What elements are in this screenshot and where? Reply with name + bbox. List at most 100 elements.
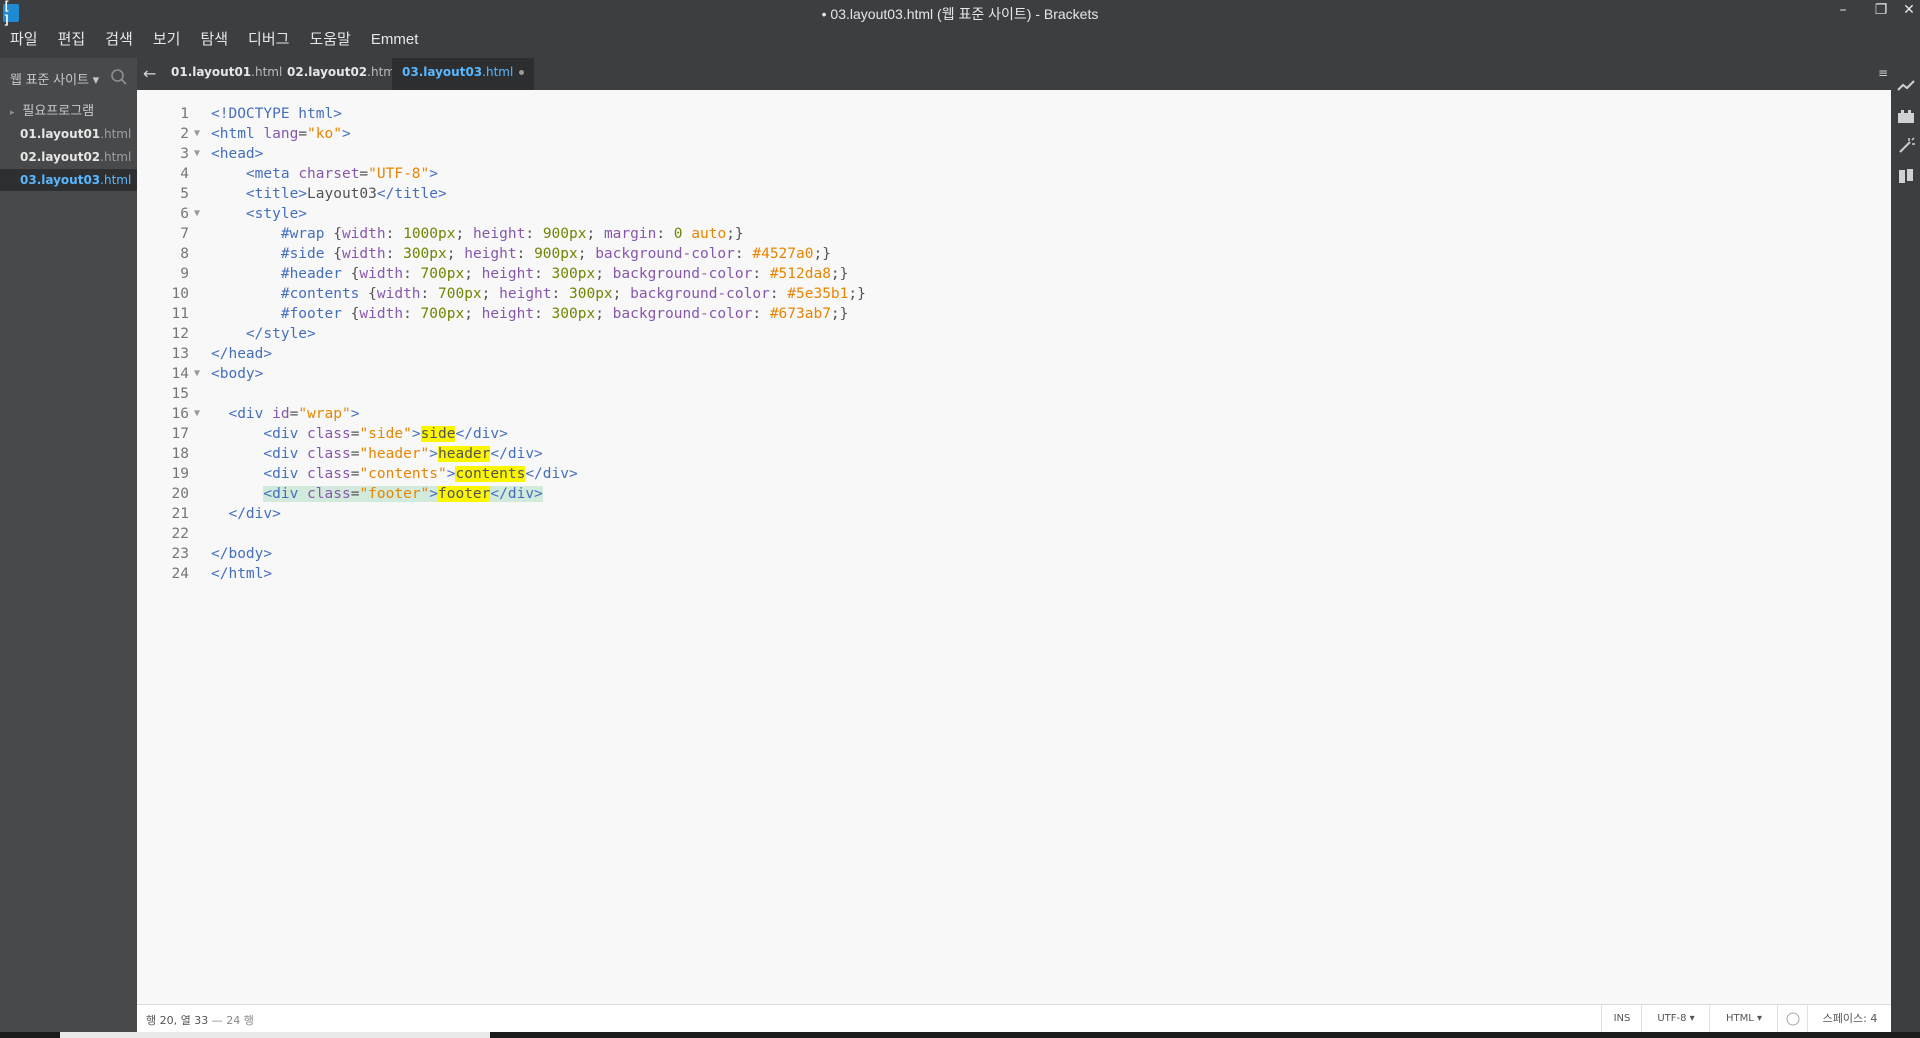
line-number: 12 — [171, 326, 189, 342]
line-gutter: 1 2 ▼ 3 ▼ 4 5 6 ▼ 7 8 9 10 11 12 13 14 ▼ 15 16 ▼ 17 18 19 20 21 22… — [137, 104, 205, 584]
fold-arrow-icon[interactable]: ▼ — [194, 144, 200, 164]
line-number: 21 — [171, 506, 189, 522]
insert-mode-toggle[interactable]: INS — [1601, 1005, 1642, 1033]
folder-item[interactable]: ▸ 필요프로그램 — [0, 100, 137, 122]
language-dropdown[interactable]: HTML ▾ — [1709, 1005, 1778, 1033]
menu-bar: 파일 편집 검색 보기 탐색 디버그 도움말 Emmet — [0, 28, 428, 52]
code-line: <div class="header">header</div> — [263, 446, 543, 462]
unsaved-dot-icon — [519, 70, 525, 75]
code-line-current: <div class="footer">footer</div> — [263, 486, 543, 502]
menu-view[interactable]: 보기 — [143, 28, 191, 52]
line-number: 24 — [171, 566, 189, 582]
menu-navigate[interactable]: 탐색 — [190, 28, 238, 52]
code-line: #header {width: 700px; height: 300px; ba… — [280, 266, 849, 282]
file-ext: .html — [100, 150, 132, 164]
minimize-button[interactable]: – — [1828, 0, 1858, 24]
cursor-position-text: 행 20, 열 33 — [146, 1014, 209, 1027]
highlighted-text: header — [438, 446, 491, 462]
folder-label: 필요프로그램 — [22, 104, 95, 119]
line-number: 19 — [171, 466, 189, 482]
fold-arrow-icon[interactable]: ▼ — [194, 204, 200, 224]
highlighted-text: contents — [455, 466, 526, 482]
fold-arrow-icon[interactable]: ▼ — [194, 364, 200, 384]
linter-status-icon[interactable] — [1777, 1005, 1808, 1033]
code-line: <div class="side">side</div> — [263, 426, 508, 442]
file-name: 01.layout01 — [20, 127, 101, 141]
title-text: Layout03 — [307, 186, 377, 202]
line-number: 7 — [180, 226, 189, 242]
encoding-dropdown[interactable]: UTF-8 ▾ — [1641, 1005, 1710, 1033]
file-item[interactable]: 02.layout02.html — [0, 146, 157, 168]
magic-wand-icon[interactable] — [1896, 136, 1916, 156]
line-number: 18 — [171, 446, 189, 462]
right-toolbar — [1891, 58, 1920, 1038]
code-line: <body> — [211, 366, 264, 382]
highlighted-text: footer — [438, 486, 491, 502]
file-name: 02.layout02 — [20, 150, 101, 164]
cursor-position: 행 20, 열 33 — 24 행 — [146, 1012, 254, 1028]
extension-manager-icon[interactable] — [1896, 106, 1916, 126]
line-number: 20 — [171, 486, 189, 502]
code-area[interactable]: <!DOCTYPE html> <html lang="ko"> <head> … — [211, 104, 1811, 584]
code-line: #footer {width: 700px; height: 300px; ba… — [280, 306, 849, 322]
menu-emmet[interactable]: Emmet — [361, 28, 429, 52]
fold-arrow-icon[interactable]: ▼ — [194, 404, 200, 424]
code-line: </div> — [228, 506, 281, 522]
menu-debug[interactable]: 디버그 — [238, 28, 299, 52]
sidebar: 웹 표준 사이트 ▾ ▸ 필요프로그램 01.layout01.html 02.… — [0, 58, 137, 1038]
taskbar-active-item[interactable] — [60, 1032, 490, 1038]
status-bar: 행 20, 열 33 — 24 행 INS UTF-8 ▾ HTML ▾ 스페이… — [137, 1004, 1891, 1033]
line-number: 8 — [180, 246, 189, 262]
code-editor[interactable]: 1 2 ▼ 3 ▼ 4 5 6 ▼ 7 8 9 10 11 12 13 14 ▼ 15 16 ▼ 17 18 19 20 21 22… — [137, 90, 1891, 1004]
menu-find[interactable]: 검색 — [95, 28, 143, 52]
hamburger-menu-icon[interactable]: ≡ — [1878, 66, 1888, 80]
line-number: 14 ▼ — [171, 366, 201, 382]
file-item-selected[interactable]: 03.layout03.html — [0, 169, 137, 191]
code-line: <title>Layout03</title> — [245, 186, 447, 202]
line-number: 5 — [180, 186, 189, 202]
window-title: • 03.layout03.html (웹 표준 사이트) - Brackets — [821, 6, 1099, 22]
code-line: <meta charset="UTF-8"> — [245, 166, 438, 182]
search-icon[interactable] — [110, 68, 128, 86]
indent-spaces[interactable]: 스페이스: 4 — [1807, 1005, 1892, 1033]
line-number: 11 — [171, 306, 189, 322]
code-line: <head> — [211, 146, 264, 162]
code-line: </html> — [211, 566, 273, 582]
title-bar: [ ] • 03.layout03.html (웹 표준 사이트) - Brac… — [0, 0, 1920, 28]
back-arrow-icon[interactable]: ← — [143, 64, 156, 83]
book-icon[interactable] — [1896, 166, 1916, 186]
project-dropdown[interactable]: 웹 표준 사이트 ▾ — [10, 69, 99, 88]
line-number: 3 ▼ — [180, 146, 201, 162]
file-ext: .html — [100, 173, 132, 187]
tab-layout01[interactable]: 01.layout01.html — [161, 58, 292, 90]
file-ext: .html — [100, 127, 132, 141]
line-number: 1 — [180, 106, 189, 122]
code-line: #wrap {width: 1000px; height: 900px; mar… — [280, 226, 744, 242]
code-line: <html lang="ko"> — [211, 126, 351, 142]
menu-edit[interactable]: 편집 — [48, 28, 96, 52]
line-count-text: — 24 행 — [208, 1014, 254, 1027]
menu-file[interactable]: 파일 — [0, 28, 48, 52]
line-number: 13 — [171, 346, 189, 362]
close-button[interactable]: ✕ — [1894, 0, 1920, 24]
restore-button[interactable]: ❐ — [1866, 0, 1896, 24]
menu-help[interactable]: 도움말 — [299, 28, 360, 52]
tab-layout03[interactable]: 03.layout03.html — [392, 58, 535, 90]
line-number: 4 — [180, 166, 189, 182]
line-number: 10 — [171, 286, 189, 302]
highlighted-text: side — [420, 426, 456, 442]
code-line: </style> — [245, 326, 316, 342]
file-item[interactable]: 01.layout01.html — [0, 123, 157, 145]
line-number: 9 — [180, 266, 189, 282]
live-preview-icon[interactable] — [1896, 76, 1916, 96]
tab-bar: ← 01.layout01.html 02.layout02.html 03.l… — [137, 58, 1894, 90]
tab-name: 01.layout01 — [171, 65, 252, 79]
tab-layout02[interactable]: 02.layout02.html — [277, 58, 408, 90]
file-name: 03.layout03 — [20, 173, 101, 187]
project-header: 웹 표준 사이트 ▾ — [0, 58, 137, 96]
folder-collapsed-icon: ▸ — [10, 108, 15, 118]
line-number: 2 ▼ — [180, 126, 201, 142]
fold-arrow-icon[interactable]: ▼ — [194, 124, 200, 144]
